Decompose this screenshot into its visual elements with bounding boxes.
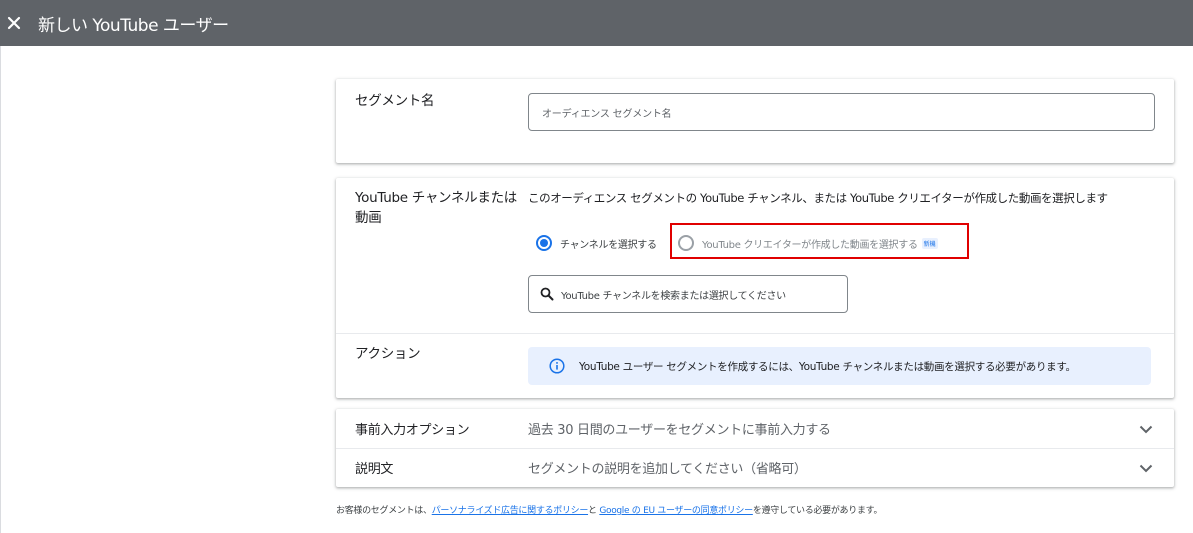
description-label: 説明文 <box>355 462 394 477</box>
radio-channel[interactable] <box>536 235 552 251</box>
top-app-bar: 新しい YouTube ユーザー <box>0 0 1193 46</box>
options-card: 事前入力オプション 過去 30 日間のユーザーをセグメントに事前入力する 説明文… <box>336 409 1174 487</box>
channel-search-input[interactable]: YouTube チャンネルを検索または選択してください <box>528 275 848 313</box>
prefill-row[interactable]: 事前入力オプション 過去 30 日間のユーザーをセグメントに事前入力する <box>336 409 1174 448</box>
radio-option-creator-video[interactable]: YouTube クリエイターが作成した動画を選択する 新機 <box>678 235 938 251</box>
radio-creator-video[interactable] <box>678 235 694 251</box>
prefill-expand-button[interactable] <box>1134 417 1158 441</box>
segment-name-input[interactable]: オーディエンス セグメント名 <box>528 93 1155 131</box>
prefill-label: 事前入力オプション <box>355 423 470 438</box>
footer-suffix: を遵守している必要があります。 <box>752 506 883 516</box>
close-icon <box>7 16 21 30</box>
description-expand-button[interactable] <box>1134 456 1158 480</box>
segment-name-label: セグメント名 <box>355 93 435 109</box>
chevron-down-icon <box>1139 464 1153 472</box>
segment-name-placeholder: オーディエンス セグメント名 <box>542 108 672 120</box>
footer-prefix: お客様のセグメントは、 <box>336 506 432 516</box>
channel-video-card: YouTube チャンネルまたは 動画 このオーディエンス セグメントの You… <box>336 178 1174 398</box>
channel-search-placeholder: YouTube チャンネルを検索または選択してください <box>561 290 786 302</box>
info-icon <box>549 358 565 374</box>
chevron-down-icon <box>1139 425 1153 433</box>
footer-mid: と <box>588 506 597 516</box>
action-label: アクション <box>355 346 421 362</box>
action-info-text: YouTube ユーザー セグメントを作成するには、YouTube チャンネルま… <box>579 360 1076 373</box>
left-border <box>0 46 1 533</box>
radio-creator-video-label: YouTube クリエイターが作成した動画を選択する <box>702 239 918 251</box>
close-button[interactable] <box>0 9 28 37</box>
radio-option-channel[interactable]: チャンネルを選択する <box>536 235 657 251</box>
search-icon <box>540 287 554 301</box>
prefill-value: 過去 30 日間のユーザーをセグメントに事前入力する <box>528 423 831 438</box>
description-row[interactable]: 説明文 セグメントの説明を追加してください（省略可） <box>336 448 1174 487</box>
policy-footer: お客様のセグメントは、パーソナライズド広告に関するポリシーと Google の … <box>336 503 882 516</box>
eu-consent-policy-link[interactable]: Google の EU ユーザーの同意ポリシー <box>599 506 753 516</box>
channel-video-label-line2: 動画 <box>355 210 382 226</box>
personalized-ads-policy-link[interactable]: パーソナライズド広告に関するポリシー <box>432 506 589 516</box>
segment-name-card: セグメント名 オーディエンス セグメント名 <box>336 79 1174 163</box>
action-info-banner: YouTube ユーザー セグメントを作成するには、YouTube チャンネルま… <box>528 347 1151 385</box>
channel-video-description: このオーディエンス セグメントの YouTube チャンネル、または YouTu… <box>528 191 1108 205</box>
new-badge: 新機 <box>921 237 938 249</box>
channel-video-label: YouTube チャンネルまたは 動画 <box>355 188 517 228</box>
radio-channel-label: チャンネルを選択する <box>560 239 657 251</box>
section-divider <box>336 333 1174 334</box>
description-value: セグメントの説明を追加してください（省略可） <box>528 462 807 477</box>
page-title: 新しい YouTube ユーザー <box>38 15 229 36</box>
channel-video-label-line1: YouTube チャンネルまたは <box>355 190 517 206</box>
